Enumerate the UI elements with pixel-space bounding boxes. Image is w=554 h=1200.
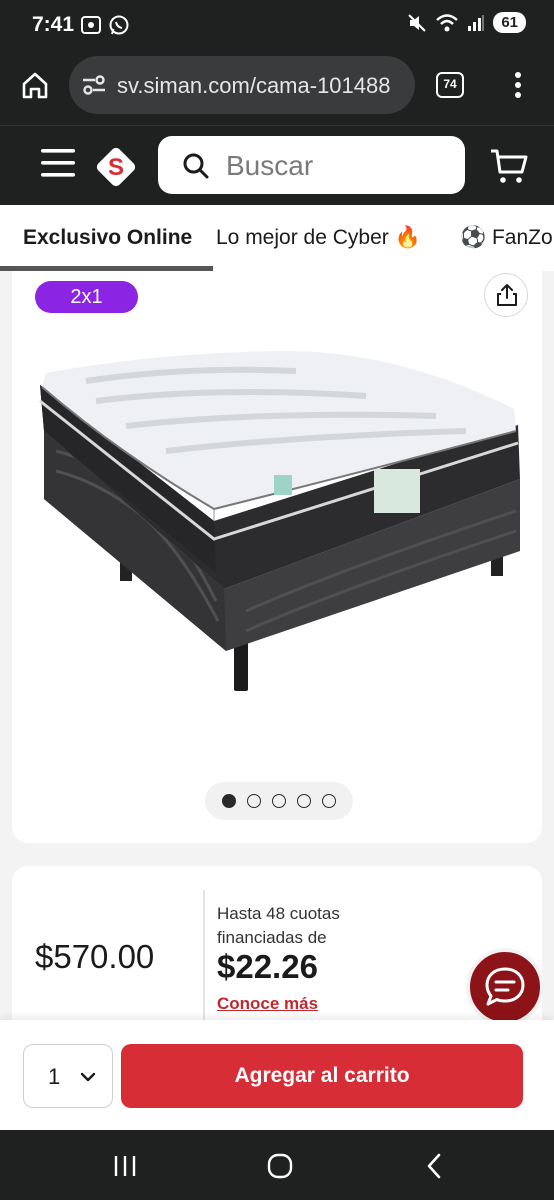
status-system-icons: 61: [407, 12, 526, 33]
share-icon: [497, 284, 517, 306]
status-time: 7:41: [32, 13, 75, 36]
tabs-icon[interactable]: 74: [436, 72, 464, 98]
chat-icon: [485, 967, 525, 1006]
siman-logo[interactable]: S: [92, 143, 140, 191]
browser-toolbar: sv.siman.com/cama-101488 74: [0, 50, 554, 125]
url-text: sv.siman.com/cama-101488: [117, 73, 391, 98]
back-icon[interactable]: [424, 1152, 444, 1180]
category-tabs: Exclusivo Online Lo mejor de Cyber 🔥 ⚽ F…: [0, 205, 554, 271]
status-bar: 7:41 61: [0, 0, 554, 50]
installments-label: Hasta 48 cuotas financiadas de: [217, 904, 340, 947]
gallery-dot[interactable]: [297, 794, 311, 808]
site-settings-icon[interactable]: [81, 74, 107, 96]
more-vert-icon[interactable]: [508, 70, 528, 100]
quantity-value: 1: [48, 1064, 61, 1089]
promo-badge: 2x1: [35, 281, 138, 313]
recent-apps-icon[interactable]: [112, 1154, 138, 1178]
search-placeholder: Buscar: [226, 150, 314, 181]
gallery-pagination: [205, 782, 353, 820]
product-image-mattress[interactable]: [36, 351, 522, 697]
add-to-cart-button[interactable]: Agregar al carrito: [121, 1044, 523, 1108]
installment-amount: $22.26: [217, 948, 318, 985]
price-divider: [203, 890, 205, 1030]
product-gallery: 2x1: [12, 271, 542, 843]
share-button[interactable]: [484, 273, 528, 317]
home-icon[interactable]: [20, 70, 50, 100]
site-header: S Buscar: [0, 125, 554, 205]
logo-letter: S: [108, 154, 124, 181]
wifi-icon: [436, 13, 459, 31]
quantity-select[interactable]: 1: [23, 1044, 113, 1108]
gallery-dot[interactable]: [272, 794, 286, 808]
search-input[interactable]: Buscar: [158, 136, 465, 194]
menu-icon[interactable]: [40, 146, 76, 180]
status-notification-icons: [80, 14, 130, 36]
gallery-dot[interactable]: [322, 794, 336, 808]
whatsapp-icon: [109, 15, 129, 35]
battery-indicator: 61: [493, 12, 526, 33]
product-price: $570.00: [35, 938, 155, 975]
add-to-cart-bar: 1 Agregar al carrito: [0, 1020, 554, 1130]
address-bar[interactable]: sv.siman.com/cama-101488: [69, 56, 415, 114]
home-button-icon[interactable]: [266, 1152, 294, 1180]
price-card: $570.00 Hasta 48 cuotas financiadas de $…: [12, 866, 542, 1046]
tab-lo-mejor-de-cyber[interactable]: Lo mejor de Cyber 🔥: [216, 226, 421, 250]
conoce-mas-link[interactable]: Conoce más: [217, 994, 318, 1014]
mute-icon: [408, 13, 427, 32]
tab-fanzone[interactable]: ⚽ FanZo: [460, 226, 553, 250]
chat-button[interactable]: [466, 948, 544, 1026]
search-icon: [183, 153, 209, 179]
chevron-down-icon: [80, 1072, 96, 1082]
cart-icon[interactable]: [489, 146, 529, 186]
gallery-dot[interactable]: [247, 794, 261, 808]
tab-exclusivo-online[interactable]: Exclusivo Online: [23, 226, 192, 250]
system-navigation-bar: [0, 1130, 554, 1200]
screen-record-icon: [81, 16, 101, 34]
gallery-dot[interactable]: [222, 794, 236, 808]
signal-icon: [468, 14, 485, 31]
